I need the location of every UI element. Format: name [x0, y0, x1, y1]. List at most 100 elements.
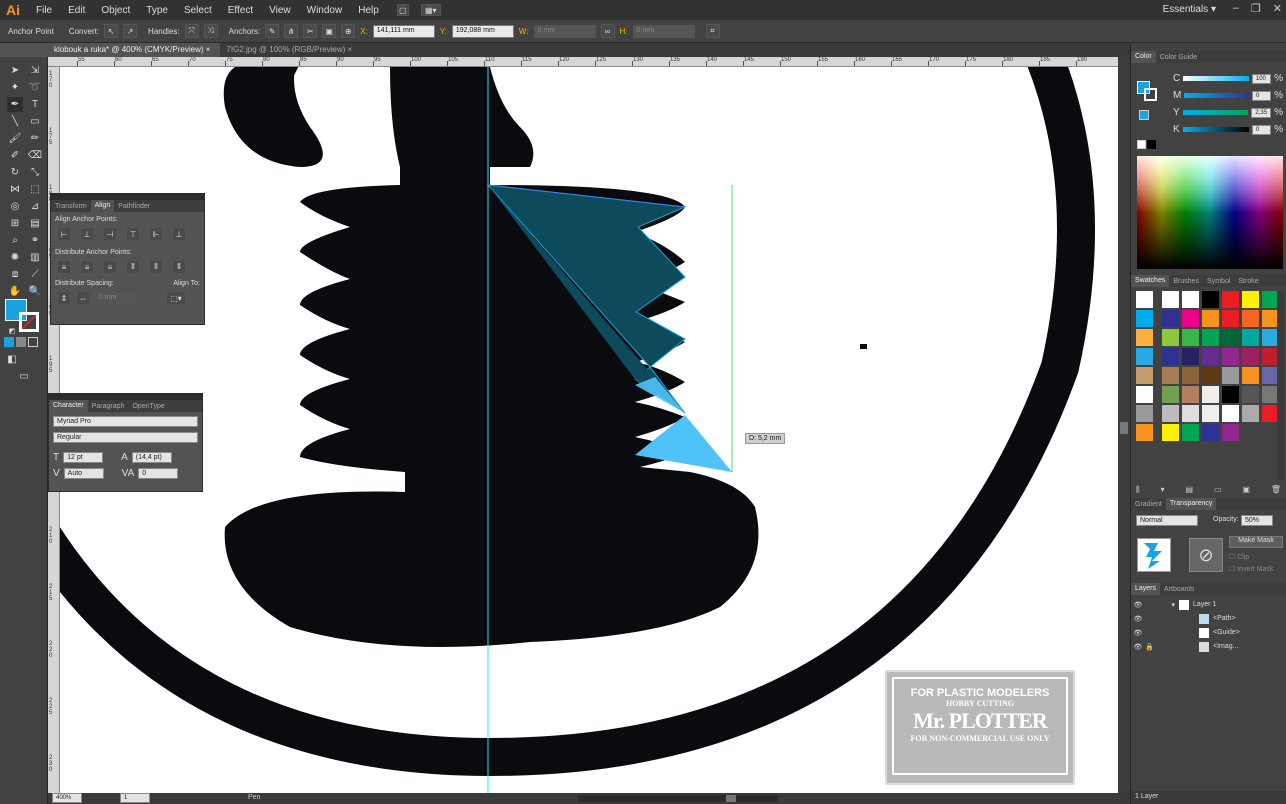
color-swatch[interactable] [1182, 310, 1199, 327]
canvas-scrollbar[interactable] [1118, 57, 1130, 793]
color-swatch[interactable] [1182, 367, 1199, 384]
dist-vcenter-icon[interactable]: ≡ [80, 260, 94, 274]
color-swatch[interactable] [1222, 367, 1239, 384]
color-swatch[interactable] [1182, 291, 1199, 308]
tab-transform[interactable]: Transform [51, 203, 91, 210]
color-swatch[interactable] [1202, 348, 1219, 365]
width-tool-icon[interactable]: ⋈ [7, 182, 23, 197]
gradient-tool-icon[interactable]: ▤ [27, 216, 43, 231]
color-swatch[interactable] [1162, 329, 1179, 346]
layer-row[interactable]: 👁 <Guide> [1131, 626, 1286, 640]
color-swatch[interactable] [1222, 405, 1239, 422]
color-swatch[interactable] [1162, 291, 1179, 308]
none-mode-icon[interactable] [28, 337, 38, 347]
eraser-icon[interactable]: ⌫ [27, 148, 43, 163]
w-field[interactable]: 0 mm [533, 24, 596, 38]
scale-icon[interactable]: ⤡ [27, 165, 43, 180]
tab-stroke[interactable]: Stroke [1234, 278, 1262, 285]
artboard-canvas[interactable]: D: 5,2 mm FOR PLASTIC MODELERS HOBBY CUT… [60, 67, 1118, 793]
restore-icon[interactable]: ❐ [1251, 2, 1261, 15]
transform-icon[interactable]: ⌗ [705, 24, 720, 38]
color-stroke-swatch[interactable] [1144, 88, 1157, 101]
y-field[interactable]: 192,088 mm [451, 24, 514, 38]
color-swatch[interactable] [1182, 386, 1199, 403]
tracking-field[interactable]: 0 [138, 468, 179, 479]
tab-klobouk[interactable]: klobouk a ruka* @ 400% (CMYK/Preview) × [48, 43, 221, 57]
slice-tool-icon[interactable]: ⟋ [27, 267, 43, 282]
black-color-icon[interactable] [1147, 140, 1156, 149]
color-swatch[interactable] [1202, 405, 1219, 422]
color-swatch[interactable] [1242, 367, 1259, 384]
expand-icon[interactable]: ▾ [1145, 601, 1175, 609]
x-field[interactable]: 141,111 mm [372, 24, 435, 38]
font-style-select[interactable]: Regular [53, 432, 198, 443]
dist-top-icon[interactable]: ≡ [57, 260, 71, 274]
dist-left-icon[interactable]: ⦀ [126, 260, 140, 274]
color-swatch[interactable] [1202, 386, 1219, 403]
dist-right-icon[interactable]: ⦀ [172, 260, 186, 274]
color-swatch[interactable] [1162, 405, 1179, 422]
color-swatch[interactable] [1182, 348, 1199, 365]
bridge-icon[interactable]: ▢ [396, 4, 409, 16]
lasso-icon[interactable]: ➰ [27, 80, 43, 95]
align-top-icon[interactable]: ⊤ [126, 227, 140, 241]
color-swatch[interactable] [1136, 386, 1153, 403]
swatch-library-icon[interactable]: ⫼ [1136, 485, 1140, 495]
tab-color[interactable]: Color [1131, 51, 1156, 63]
color-swatch[interactable] [1202, 424, 1219, 441]
color-swatch[interactable] [1242, 386, 1259, 403]
align-vcenter-icon[interactable]: ⊩ [149, 227, 163, 241]
color-swatch[interactable] [1136, 424, 1153, 441]
kerning-field[interactable]: Auto [63, 468, 104, 479]
menu-file[interactable]: File [28, 5, 60, 16]
tab-swatches[interactable]: Swatches [1131, 275, 1170, 287]
blend-mode-select[interactable]: Normal [1136, 515, 1198, 526]
draw-mode-icon[interactable]: ◧ [4, 352, 20, 367]
align-bottom-icon[interactable]: ⊥ [172, 227, 186, 241]
layer-row[interactable]: 👁 ▾ Layer 1 [1131, 598, 1286, 612]
color-swatch[interactable] [1136, 367, 1153, 384]
color-swatch[interactable] [1242, 329, 1259, 346]
visibility-eye-icon[interactable]: 👁 [1131, 615, 1145, 623]
align-to-selector-icon[interactable]: ⬚▾ [166, 291, 186, 305]
color-swatch[interactable] [1222, 329, 1239, 346]
graph-tool-icon[interactable]: ▥ [27, 250, 43, 265]
color-swatch[interactable] [1202, 329, 1219, 346]
tab-close-icon[interactable]: × [206, 45, 211, 54]
menu-type[interactable]: Type [138, 5, 176, 16]
tab-brushes[interactable]: Brushes [1169, 278, 1203, 285]
color-cube-icon[interactable] [1139, 110, 1149, 120]
cut-path-icon[interactable]: ✂ [303, 24, 318, 38]
font-family-select[interactable]: Myriad Pro [53, 416, 198, 427]
layer-row[interactable]: 👁 <Path> [1131, 612, 1286, 626]
color-swatch[interactable] [1242, 405, 1259, 422]
zoom-tool-icon[interactable]: 🔍 [27, 284, 43, 299]
tab-color-guide[interactable]: Color Guide [1156, 54, 1201, 61]
artboard-tool-icon[interactable]: ⧈ [7, 267, 23, 282]
font-size-field[interactable]: 12 pt [63, 452, 104, 463]
color-swatch[interactable] [1222, 348, 1239, 365]
pen-tool-icon[interactable]: ✒ [7, 97, 23, 112]
screen-mode-icon[interactable]: ▭ [16, 369, 32, 384]
layer-row[interactable]: 👁 🔒 <Imag... [1131, 640, 1286, 654]
tab-transparency[interactable]: Transparency [1165, 498, 1217, 510]
tab-artboards[interactable]: Artboards [1160, 586, 1198, 593]
y-slider[interactable] [1183, 110, 1249, 115]
tab-align[interactable]: Align [90, 200, 115, 212]
space-vertical-icon[interactable]: ⇕ [57, 291, 71, 305]
align-left-icon[interactable]: ⊢ [57, 227, 71, 241]
minimize-icon[interactable]: – [1233, 2, 1239, 15]
arrange-documents-icon[interactable]: ▦▾ [420, 4, 441, 16]
symbol-sprayer-icon[interactable]: ✺ [7, 250, 23, 265]
color-swatch[interactable] [1242, 291, 1259, 308]
color-swatch[interactable] [1162, 310, 1179, 327]
color-swatch[interactable] [1242, 310, 1259, 327]
color-spectrum[interactable] [1137, 156, 1283, 269]
h-scroll-thumb[interactable] [726, 795, 736, 802]
hide-handles-icon[interactable]: ⤨ [203, 24, 218, 38]
type-tool-icon[interactable]: T [27, 97, 43, 112]
tab-paragraph[interactable]: Paragraph [88, 403, 129, 410]
m-slider[interactable] [1184, 93, 1249, 98]
spacing-field[interactable]: 0 mm [95, 291, 135, 305]
free-transform-icon[interactable]: ⬚ [27, 182, 43, 197]
